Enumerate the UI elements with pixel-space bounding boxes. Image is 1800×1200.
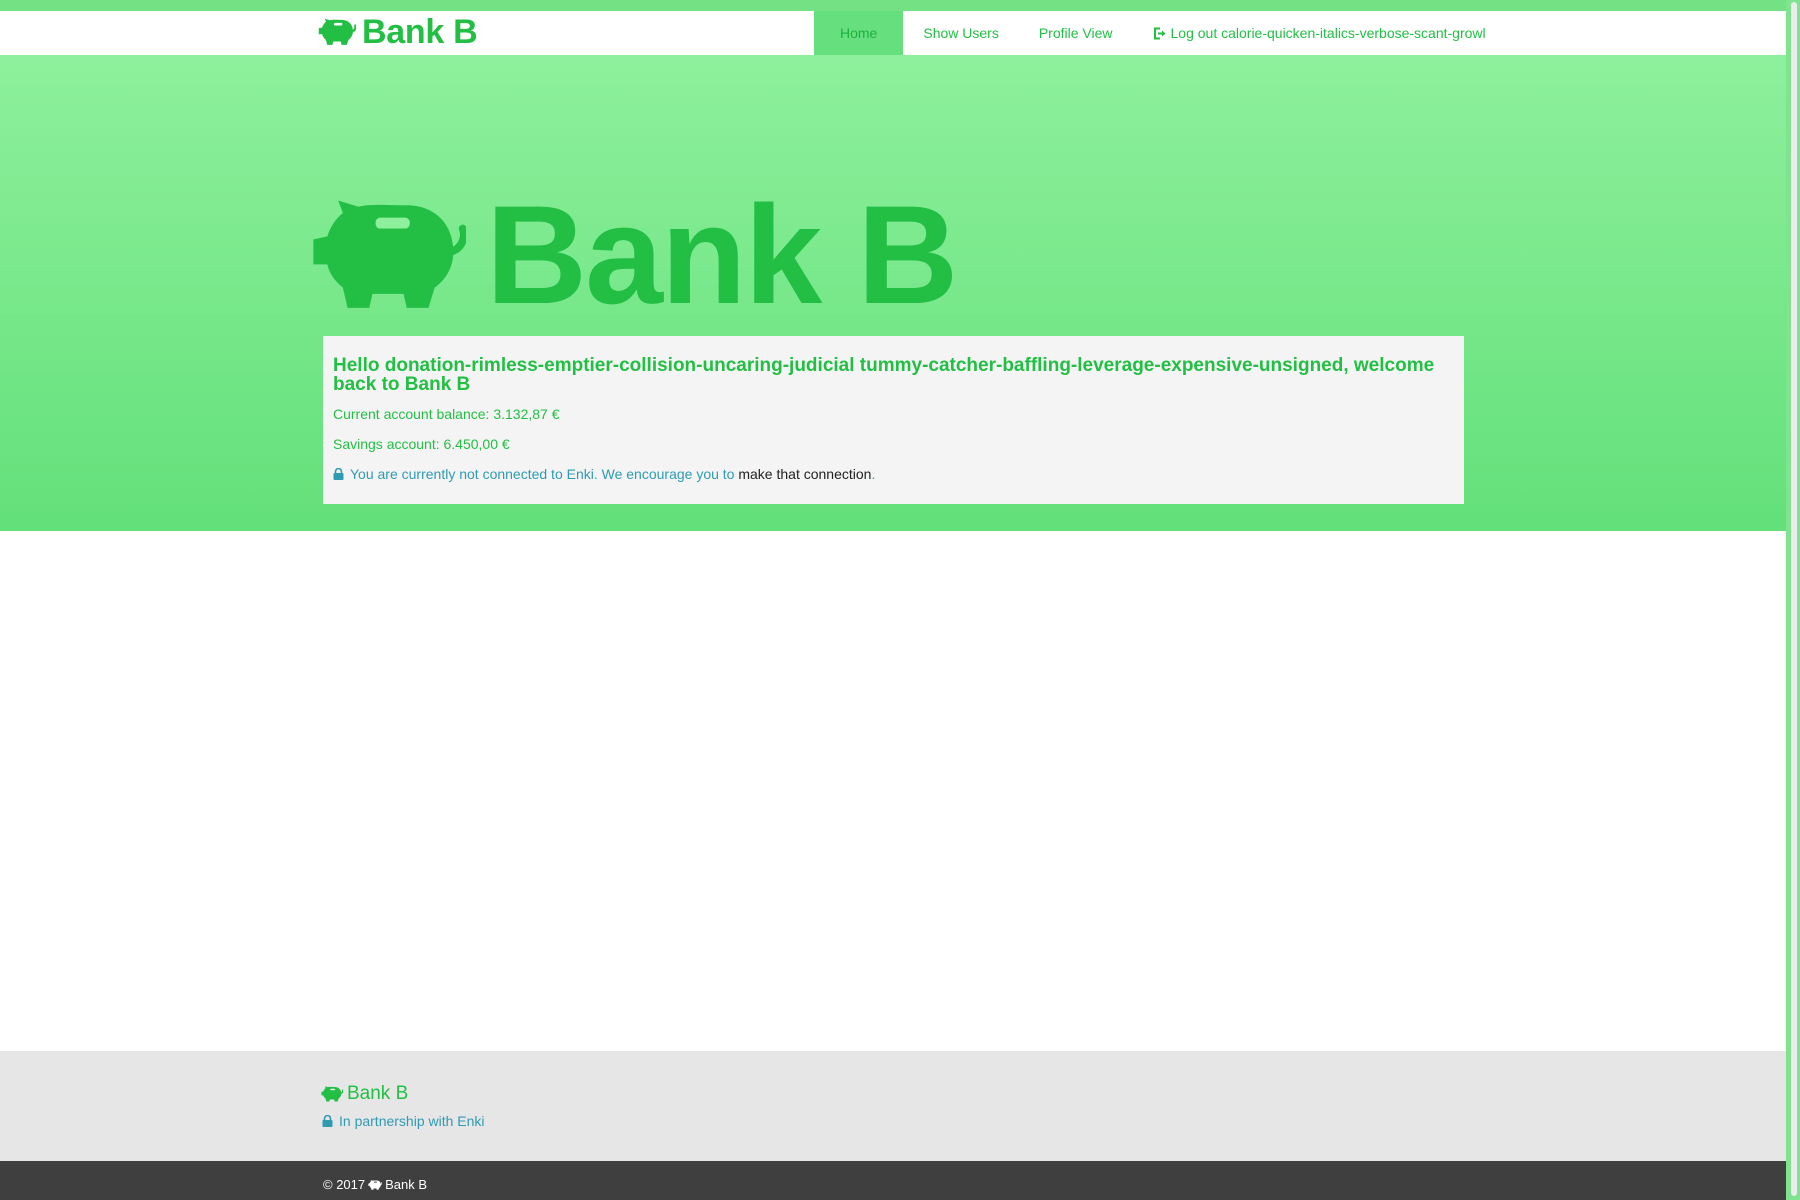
hero-title: Bank B [486,176,958,333]
make-connection-link[interactable]: make that connection [738,466,871,482]
nav-logout[interactable]: Log out calorie-quicken-italics-verbose-… [1133,11,1506,55]
page: Bank B Home Show Users Profile View Log … [0,0,1786,1200]
footer: Bank B In partnership with Enki [0,1051,1786,1161]
savings-account-balance: Savings account: 6.450,00 € [333,436,510,452]
current-account-balance: Current account balance: 3.132,87 € [333,406,560,422]
copyright-brand: Bank B [385,1177,428,1192]
nav-home[interactable]: Home [814,11,904,55]
welcome-heading: Hello donation-rimless-emptier-collision… [333,355,1435,395]
copyright-bar: © 2017 Bank B [0,1161,1786,1200]
navbar-brand-label: Bank B [362,13,478,51]
footer-brand: Bank B [321,1083,408,1105]
scrollbar-thumb[interactable] [1791,2,1797,1196]
top-accent-strip [0,0,1786,11]
piggy-bank-icon [321,1086,343,1102]
hero-brand: Bank B [310,176,958,333]
nav-show-users-label: Show Users [923,25,999,41]
enki-connection-notice: You are currently not connected to Enki.… [333,466,1454,482]
footer-brand-label: Bank B [347,1083,409,1104]
nav-home-label: Home [840,25,878,41]
piggy-bank-icon [310,199,466,311]
nav-logout-label: Log out calorie-quicken-italics-verbose-… [1170,25,1486,41]
nav-show-users[interactable]: Show Users [903,11,1018,55]
nav-profile-view-label: Profile View [1038,25,1113,41]
account-summary-panel: Hello donation-rimless-emptier-collision… [323,336,1464,504]
logout-icon [1153,27,1167,40]
navbar: Bank B Home Show Users Profile View Log … [0,11,1786,55]
vertical-scrollbar[interactable] [1786,0,1800,1200]
enki-notice-text: You are currently not connected to Enki.… [350,466,735,482]
navbar-brand[interactable]: Bank B [318,13,478,51]
main-nav: Home Show Users Profile View Log out cal… [814,11,1506,55]
lock-icon [333,468,344,480]
copyright-prefix: © 2017 [323,1177,366,1192]
lock-icon [322,1115,333,1127]
piggy-bank-icon [368,1179,383,1190]
footer-partnership-label: In partnership with Enki [339,1113,485,1129]
copyright: © 2017 Bank B [323,1177,427,1192]
footer-partnership: In partnership with Enki [322,1113,485,1129]
nav-profile-view[interactable]: Profile View [1019,11,1133,55]
enki-notice-period: . [871,466,876,482]
hero-jumbotron: Bank B Hello donation-rimless-emptier-co… [0,55,1786,531]
piggy-bank-icon [318,18,356,46]
